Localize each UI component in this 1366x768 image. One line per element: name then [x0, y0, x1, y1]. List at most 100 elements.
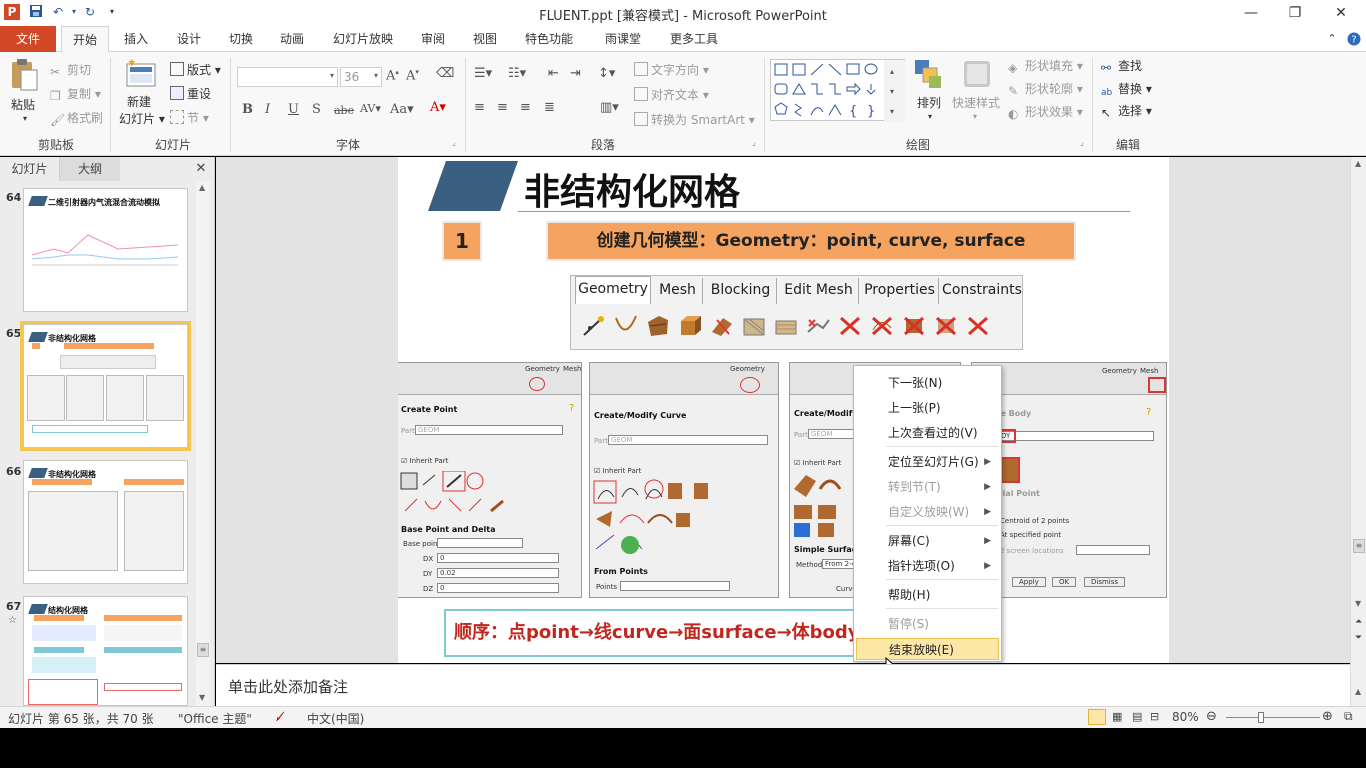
collapse-ribbon-icon[interactable]: ⌃ [1324, 26, 1340, 52]
drawing-dialog-launcher-icon[interactable]: ⌟ [1080, 138, 1084, 147]
shape-effects-button[interactable]: ◐ 形状效果 ▾ [1008, 103, 1083, 121]
fit-to-window-icon[interactable]: ⧉ [1344, 709, 1353, 724]
arrange-button[interactable]: 排列 [917, 94, 941, 111]
justify-icon[interactable]: ≣ [544, 100, 555, 115]
menu-item-end-show[interactable]: 结束放映(E) [856, 638, 999, 660]
italic-icon[interactable]: I [265, 102, 270, 117]
section-button[interactable]: 节 ▾ [170, 109, 209, 126]
restore-button[interactable]: ❐ [1280, 3, 1310, 23]
tab-rain-classroom[interactable]: 雨课堂 [598, 26, 648, 52]
align-right-icon[interactable]: ≡ [520, 100, 531, 115]
cut-button[interactable]: ✂ 剪切 [50, 61, 91, 79]
menu-item-screen[interactable]: 屏幕(C) ▶ [856, 530, 999, 552]
new-slide-icon[interactable]: ✱ [124, 58, 156, 90]
grow-font-icon[interactable]: A▴ [386, 68, 399, 83]
shapes-gallery[interactable]: { } ▴ ▾ ▾ [770, 59, 906, 122]
replace-button[interactable]: ab 替换 ▾ [1101, 80, 1152, 102]
paragraph-dialog-launcher-icon[interactable]: ⌟ [752, 138, 756, 147]
close-button[interactable]: ✕ [1326, 3, 1356, 23]
tab-outline[interactable]: 大纲 [60, 157, 120, 181]
zoom-out-icon[interactable]: ⊖ [1206, 709, 1217, 724]
normal-view-icon[interactable] [1088, 709, 1106, 725]
change-case-icon[interactable]: Aa▾ [390, 102, 414, 117]
menu-item-pause[interactable]: 暂停(S) [856, 613, 999, 635]
notes-pane[interactable]: 单击此处添加备注 [216, 664, 1350, 706]
new-slide-label-1[interactable]: 新建 [127, 93, 151, 110]
shape-outline-button[interactable]: ✎ 形状轮廓 ▾ [1008, 80, 1083, 98]
language-indicator[interactable]: 中文(中国) [307, 710, 364, 727]
help-icon[interactable]: ? [1346, 26, 1362, 52]
quick-styles-icon[interactable] [961, 58, 993, 90]
previous-slide-icon[interactable]: ⏶ [1355, 617, 1362, 627]
underline-icon[interactable]: U [288, 102, 299, 117]
menu-item-last-viewed[interactable]: 上次查看过的(V) [856, 422, 999, 444]
zoom-slider-track[interactable] [1226, 717, 1320, 718]
scroll-thumb[interactable]: ≡ [1353, 539, 1365, 553]
bullets-icon[interactable]: ☰▾ [474, 66, 492, 81]
reset-button[interactable]: 重设 [170, 85, 211, 102]
shrink-font-icon[interactable]: A▾ [406, 68, 419, 83]
tab-review[interactable]: 审阅 [411, 26, 455, 52]
zoom-level[interactable]: 80% [1172, 710, 1199, 724]
slideshow-view-icon[interactable]: ⊟ [1150, 710, 1159, 723]
char-spacing-icon[interactable]: AV▾ [360, 102, 381, 115]
font-color-icon[interactable]: A▾ [430, 100, 446, 115]
menu-item-go-to-slide[interactable]: 定位至幻灯片(G) ▶ [856, 451, 999, 473]
increase-indent-icon[interactable]: ⇥ [570, 66, 581, 81]
find-button[interactable]: ⚯ 查找 [1101, 57, 1142, 75]
align-text-button[interactable]: 对齐文本 ▾ [634, 86, 709, 103]
paste-button[interactable]: 粘贴 [11, 96, 35, 113]
scroll-thumb[interactable]: ≡ [197, 643, 209, 657]
scroll-up-icon[interactable]: ▲ [1355, 159, 1361, 168]
tab-animations[interactable]: 动画 [270, 26, 314, 52]
tab-view[interactable]: 视图 [463, 26, 507, 52]
shape-fill-button[interactable]: ◈ 形状填充 ▾ [1008, 57, 1083, 75]
tab-slideshow[interactable]: 幻灯片放映 [326, 26, 400, 52]
paste-icon[interactable] [8, 58, 40, 91]
menu-item-help[interactable]: 帮助(H) [856, 584, 999, 606]
tab-insert[interactable]: 插入 [114, 26, 158, 52]
menu-item-custom-show[interactable]: 自定义放映(W) ▶ [856, 501, 999, 523]
tab-slides[interactable]: 幻灯片 [0, 157, 60, 181]
numbering-icon[interactable]: ☷▾ [508, 66, 526, 81]
tab-design[interactable]: 设计 [167, 26, 211, 52]
minimize-button[interactable]: — [1236, 3, 1266, 23]
menu-item-next[interactable]: 下一张(N) [856, 372, 999, 394]
zoom-in-icon[interactable]: ⊕ [1322, 709, 1333, 724]
menu-item-previous[interactable]: 上一张(P) [856, 397, 999, 419]
menu-item-go-to-section[interactable]: 转到节(T) ▶ [856, 476, 999, 498]
bold-icon[interactable]: B [242, 102, 253, 117]
copy-button[interactable]: ❐ 复制 ▾ [50, 85, 101, 103]
tab-more-tools[interactable]: 更多工具 [664, 26, 724, 52]
format-painter-button[interactable]: 🖌 格式刷 [50, 109, 103, 127]
font-size-field[interactable]: 36 ▾ [340, 67, 382, 87]
reading-view-icon[interactable]: ▤ [1132, 710, 1142, 723]
close-panel-icon[interactable]: ✕ [190, 157, 212, 181]
slide-canvas[interactable]: 非结构化网格 1 创建几何模型：Geometry：point, curve, s… [398, 157, 1169, 663]
notes-placeholder[interactable]: 单击此处添加备注 [228, 676, 348, 697]
strikethrough-icon[interactable]: abe [334, 104, 354, 117]
layout-button[interactable]: 版式 ▾ [170, 61, 221, 78]
new-slide-button[interactable]: 幻灯片 ▾ [119, 110, 165, 127]
tab-transitions[interactable]: 切换 [219, 26, 263, 52]
quick-styles-dropdown-icon[interactable]: ▾ [973, 112, 977, 121]
slide-sorter-icon[interactable]: ▦ [1112, 710, 1122, 723]
paste-dropdown-icon[interactable]: ▾ [23, 114, 27, 123]
line-spacing-icon[interactable]: ↕▾ [598, 66, 615, 81]
slide-thumbnail-65[interactable]: 非结构化网格 [20, 321, 191, 451]
font-dialog-launcher-icon[interactable]: ⌟ [452, 138, 456, 147]
slides-panel-scrollbar[interactable]: ▲ ≡ ▼ [196, 181, 210, 706]
columns-icon[interactable]: ▥▾ [600, 100, 619, 115]
scroll-down-icon[interactable]: ▼ [1355, 599, 1361, 608]
slide-thumbnail-67[interactable]: 结构化网格 [23, 596, 188, 706]
arrange-icon[interactable] [913, 58, 945, 90]
text-direction-button[interactable]: 文字方向 ▾ [634, 61, 709, 78]
scroll-up-icon[interactable]: ▲ [199, 183, 205, 192]
notes-scroll-up-icon[interactable]: ▲ [1355, 687, 1361, 696]
smartart-button[interactable]: 转换为 SmartArt ▾ [634, 111, 755, 128]
arrange-dropdown-icon[interactable]: ▾ [928, 112, 932, 121]
next-slide-icon[interactable]: ⏷ [1355, 633, 1362, 643]
decrease-indent-icon[interactable]: ⇤ [548, 66, 559, 81]
quick-styles-button[interactable]: 快速样式 [952, 94, 1000, 111]
slide-thumbnail-66[interactable]: 非结构化网格 [23, 460, 188, 584]
